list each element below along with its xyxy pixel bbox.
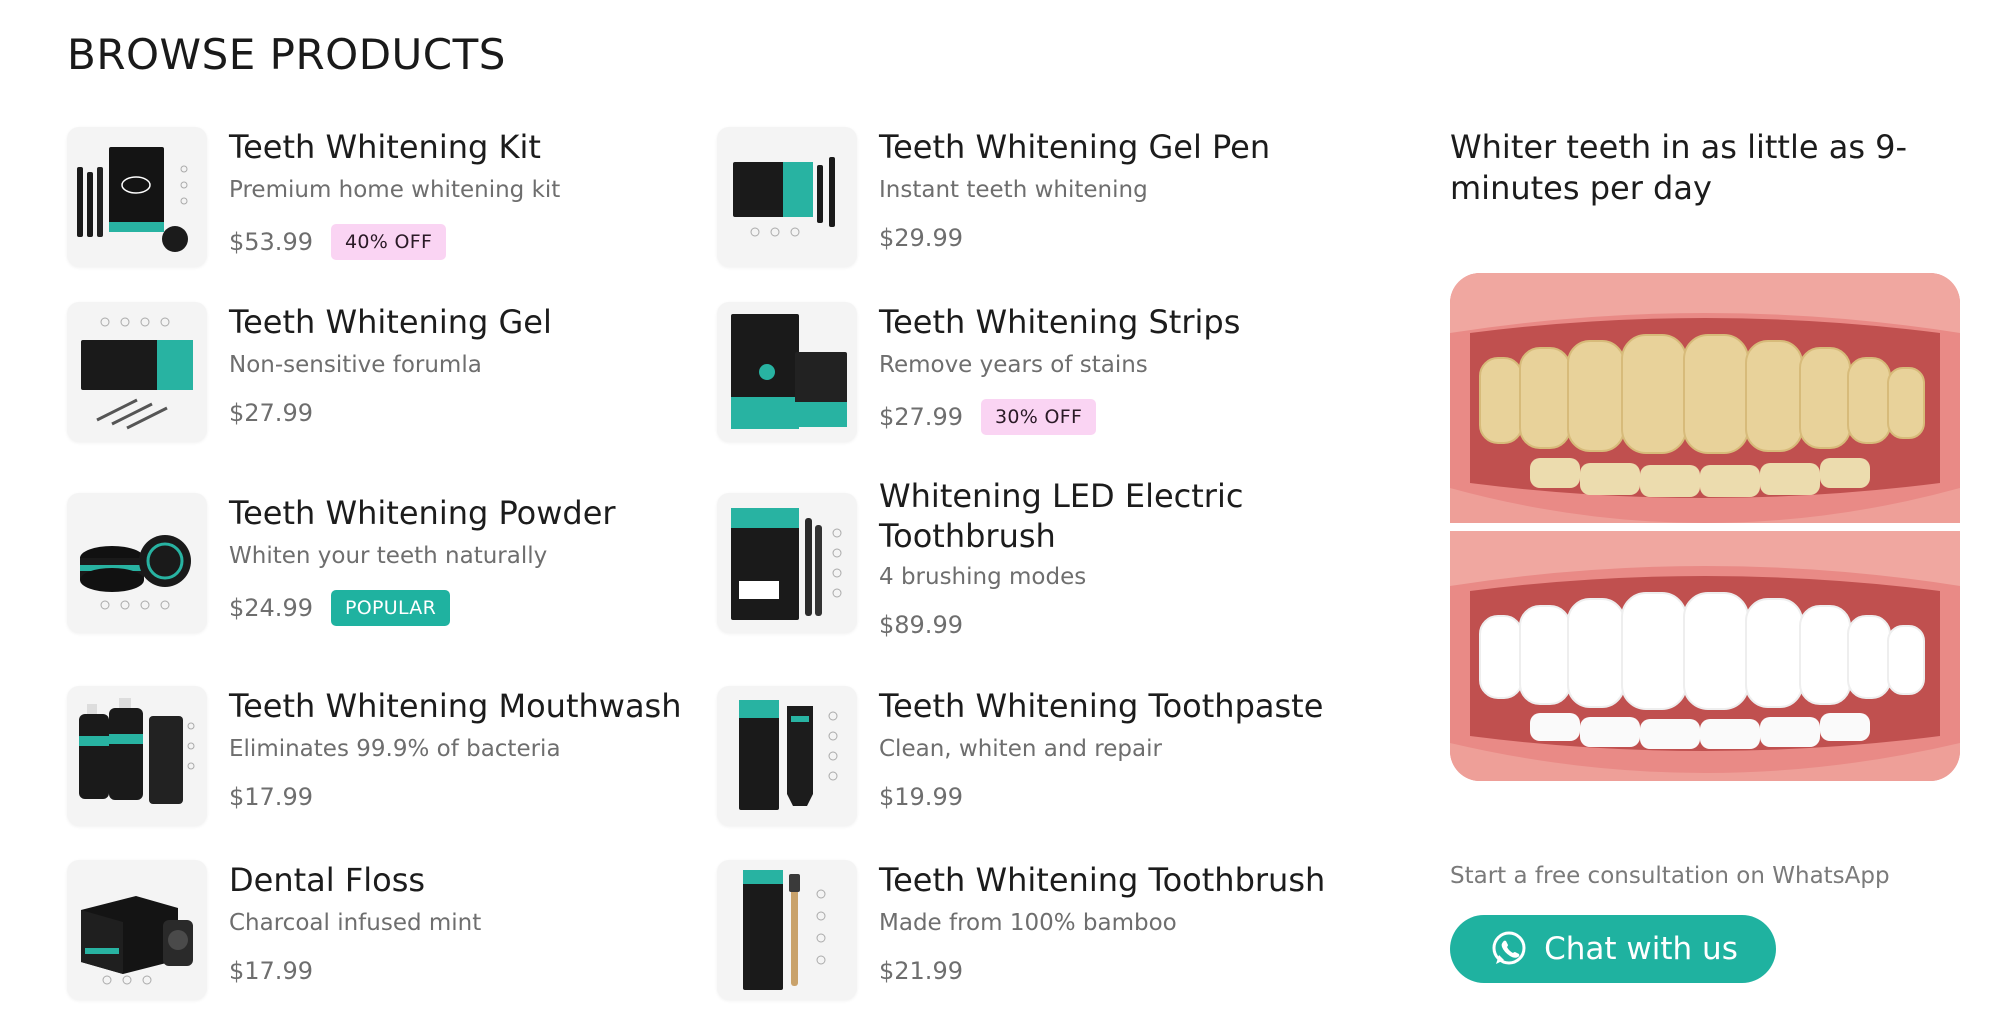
product-name[interactable]: Teeth Whitening Mouthwash xyxy=(229,686,682,726)
product-image-whitening-gel[interactable] xyxy=(67,302,207,442)
product-image-whitening-kit[interactable] xyxy=(67,127,207,267)
product-price: $21.99 xyxy=(879,957,963,985)
product-image-mouthwash[interactable] xyxy=(67,686,207,826)
product-name[interactable]: Teeth Whitening Gel Pen xyxy=(879,127,1270,167)
chat-button-label: Chat with us xyxy=(1544,931,1738,967)
product-image-dental-floss[interactable] xyxy=(67,860,207,1000)
product-name[interactable]: Teeth Whitening Kit xyxy=(229,127,541,167)
product-card-dental-floss[interactable]: Dental Floss Charcoal infused mint $17.9… xyxy=(67,860,667,1005)
before-after-teeth-image xyxy=(1450,273,1960,781)
product-image-toothpaste[interactable] xyxy=(717,686,857,826)
product-price: $17.99 xyxy=(229,783,313,811)
product-card-whitening-powder[interactable]: Teeth Whitening Powder Whiten your teeth… xyxy=(67,493,667,638)
product-description: 4 brushing modes xyxy=(879,564,1087,590)
product-card-led-toothbrush[interactable]: Whitening LED Electric Toothbrush 4 brus… xyxy=(717,476,1317,646)
product-name[interactable]: Teeth Whitening Toothbrush xyxy=(879,860,1325,900)
product-name[interactable]: Teeth Whitening Toothpaste xyxy=(879,686,1323,726)
product-card-whitening-gel[interactable]: Teeth Whitening Gel Non-sensitive foruml… xyxy=(67,302,667,447)
product-name[interactable]: Teeth Whitening Gel xyxy=(229,302,552,342)
consultation-text: Start a free consultation on WhatsApp xyxy=(1450,863,1890,889)
product-card-bamboo-toothbrush[interactable]: Teeth Whitening Toothbrush Made from 100… xyxy=(717,860,1357,1005)
popular-badge: POPULAR xyxy=(330,590,451,626)
product-card-gel-pen[interactable]: Teeth Whitening Gel Pen Instant teeth wh… xyxy=(717,127,1317,272)
product-image-whitening-strips[interactable] xyxy=(717,302,857,442)
product-price: $27.99 xyxy=(229,399,313,427)
product-image-whitening-powder[interactable] xyxy=(67,493,207,633)
product-description: Charcoal infused mint xyxy=(229,910,482,936)
promo-heading: Whiter teeth in as little as 9-minutes p… xyxy=(1450,128,1908,207)
product-price: $89.99 xyxy=(879,611,963,639)
product-price: $27.99 xyxy=(879,403,963,431)
product-card-toothpaste[interactable]: Teeth Whitening Toothpaste Clean, whiten… xyxy=(717,686,1357,831)
product-price: $24.99 xyxy=(229,594,313,622)
whatsapp-icon xyxy=(1492,931,1526,965)
product-image-gel-pen[interactable] xyxy=(717,127,857,267)
product-description: Made from 100% bamboo xyxy=(879,910,1177,936)
product-name[interactable]: Teeth Whitening Strips xyxy=(879,302,1240,342)
product-price: $17.99 xyxy=(229,957,313,985)
product-description: Whiten your teeth naturally xyxy=(229,543,548,569)
product-price: $19.99 xyxy=(879,783,963,811)
product-price: $53.99 xyxy=(229,228,313,256)
product-price: $29.99 xyxy=(879,224,963,252)
product-card-whitening-strips[interactable]: Teeth Whitening Strips Remove years of s… xyxy=(717,302,1317,447)
product-card-whitening-kit[interactable]: Teeth Whitening Kit Premium home whiteni… xyxy=(67,127,667,272)
product-description: Remove years of stains xyxy=(879,352,1148,378)
product-description: Eliminates 99.9% of bacteria xyxy=(229,736,561,762)
chat-with-us-button[interactable]: Chat with us xyxy=(1450,915,1776,983)
page-title: BROWSE PRODUCTS xyxy=(67,30,506,79)
discount-badge: 30% OFF xyxy=(980,399,1097,435)
product-description: Premium home whitening kit xyxy=(229,177,561,203)
product-name[interactable]: Whitening LED Electric Toothbrush xyxy=(879,476,1299,556)
discount-badge: 40% OFF xyxy=(330,224,447,260)
product-image-bamboo-toothbrush[interactable] xyxy=(717,860,857,1000)
product-description: Clean, whiten and repair xyxy=(879,736,1162,762)
product-name[interactable]: Dental Floss xyxy=(229,860,425,900)
product-card-mouthwash[interactable]: Teeth Whitening Mouthwash Eliminates 99.… xyxy=(67,686,707,831)
product-description: Instant teeth whitening xyxy=(879,177,1148,203)
product-name[interactable]: Teeth Whitening Powder xyxy=(229,493,616,533)
product-image-led-toothbrush[interactable] xyxy=(717,493,857,633)
product-description: Non-sensitive forumla xyxy=(229,352,482,378)
